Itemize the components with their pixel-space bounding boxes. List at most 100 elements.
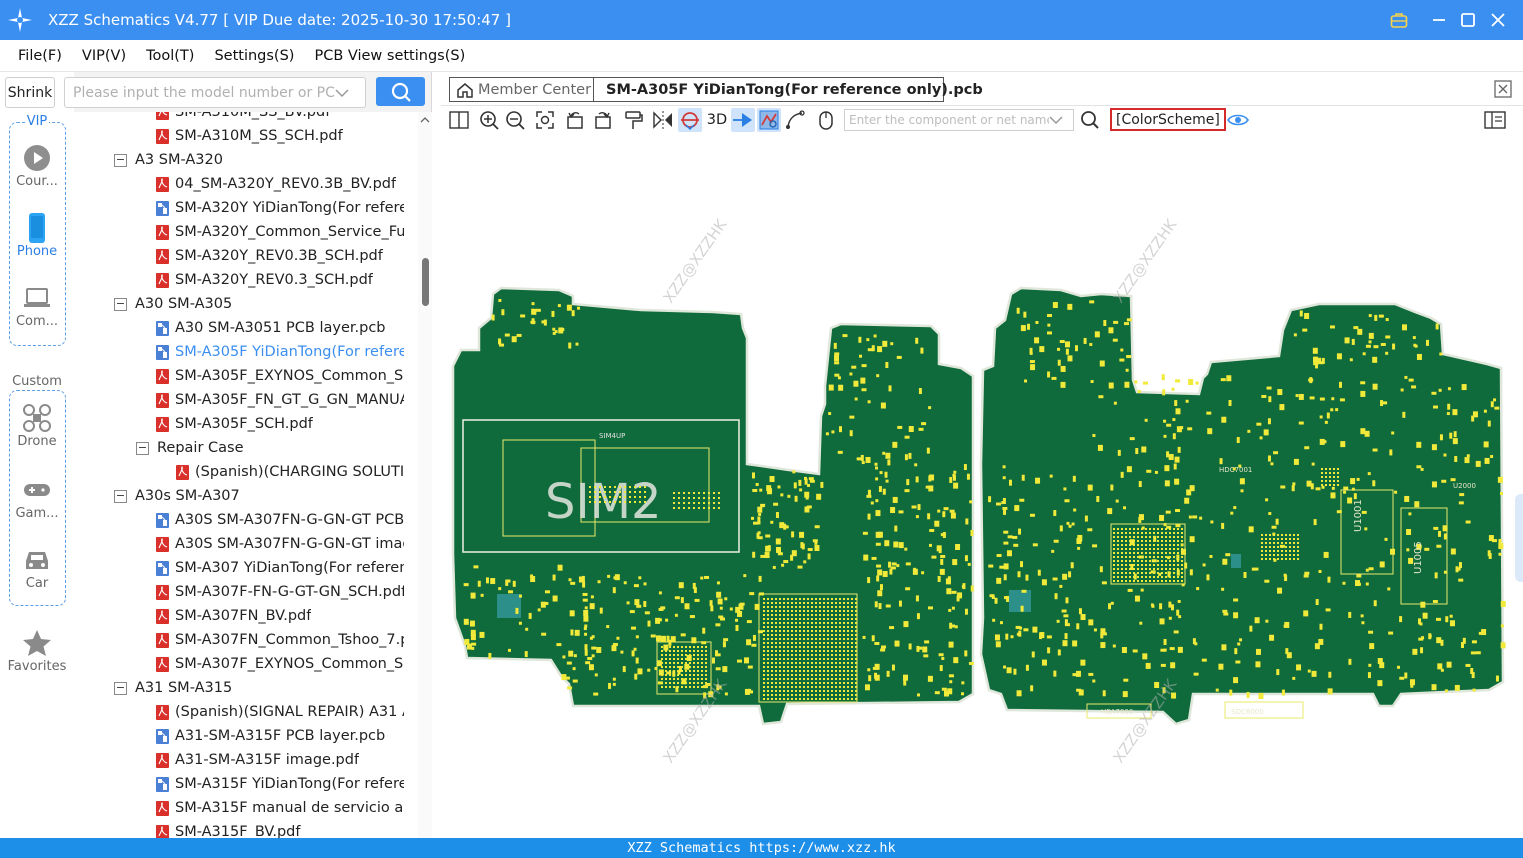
- maximize-button[interactable]: [1453, 0, 1483, 40]
- fit-view-icon[interactable]: [533, 108, 557, 132]
- model-search-input[interactable]: [73, 84, 335, 101]
- tree-folder[interactable]: − A30 SM-A305: [114, 292, 404, 316]
- tree-file[interactable]: SM-A305F YiDianTong(For referen: [156, 340, 404, 364]
- rail-item-car[interactable]: Car: [0, 544, 74, 591]
- collapse-toggle-icon[interactable]: −: [136, 441, 149, 455]
- tree-file[interactable]: SM-A307F_EXYNOS_Common_Serv: [156, 652, 404, 676]
- rail-item-courses[interactable]: Cour...: [0, 142, 74, 189]
- tree-file[interactable]: SM-A320Y YiDianTong(For referen: [156, 196, 404, 220]
- tree-file[interactable]: A30S SM-A307FN-G-GN-GT PCB la: [156, 508, 404, 532]
- tree-scrollbar[interactable]: [418, 112, 432, 838]
- tree-file[interactable]: SM-A307F-FN-G-GT-GN_SCH.pdf: [156, 580, 404, 604]
- menu-tool[interactable]: Tool(T): [136, 48, 204, 64]
- tree-folder[interactable]: − A3 SM-A320: [114, 148, 404, 172]
- pcb-pad: [1441, 479, 1447, 483]
- pcb-drawing[interactable]: SIM2 SIM4UP HDC7001U2000U1001U1005HEA700…: [441, 134, 1523, 838]
- right-collapse-handle[interactable]: [1515, 494, 1523, 582]
- pcb-pad: [889, 626, 895, 630]
- format-painter-icon[interactable]: [621, 108, 645, 132]
- pcb-pad: [669, 654, 671, 656]
- collapse-toggle-icon[interactable]: −: [114, 297, 127, 311]
- tree-file[interactable]: SM-A307FN_Common_Tshoo_7.pd: [156, 628, 404, 652]
- pin-arrow-icon[interactable]: [731, 108, 755, 132]
- search-button[interactable]: [376, 77, 425, 106]
- menu-settings[interactable]: Settings(S): [204, 48, 304, 64]
- minimize-button[interactable]: [1424, 0, 1454, 40]
- tab-active-pcb[interactable]: SM-A305F YiDianTong(For reference only).…: [593, 77, 983, 102]
- color-scheme-button[interactable]: [ColorScheme]: [1110, 108, 1226, 131]
- pcb-pad: [1181, 532, 1183, 534]
- pcb-pad: [795, 662, 797, 664]
- split-view-icon[interactable]: [447, 108, 471, 132]
- tree-folder[interactable]: − A30s SM-A307: [114, 484, 404, 508]
- mouse-icon[interactable]: [814, 108, 838, 132]
- pcb-pad: [894, 525, 898, 532]
- tree-file[interactable]: A30 SM-A3051 PCB layer.pcb: [156, 316, 404, 340]
- tree-file[interactable]: SM-A310M_SS_BV.pdf: [156, 112, 404, 124]
- tree-file[interactable]: SM-A320Y_REV0.3_SCH.pdf: [156, 268, 404, 292]
- tree-file[interactable]: SM-A305F_FN_GT_G_GN_MANUAL: [156, 388, 404, 412]
- shrink-button[interactable]: Shrink: [5, 77, 55, 108]
- net-highlight-icon[interactable]: [678, 108, 702, 132]
- rail-item-drone[interactable]: Drone: [0, 402, 74, 449]
- pcb-pad: [854, 397, 858, 401]
- rotate-right-icon[interactable]: [591, 108, 615, 132]
- search-icon[interactable]: [1078, 108, 1102, 132]
- tree-scroll-thumb[interactable]: [422, 258, 429, 306]
- tree-file[interactable]: SM-A310M_SS_SCH.pdf: [156, 124, 404, 148]
- pcb-pad: [688, 507, 690, 509]
- menu-file[interactable]: File(F): [8, 48, 72, 64]
- tree-file[interactable]: SM-A305F_EXYNOS_Common_Serv: [156, 364, 404, 388]
- tree-file[interactable]: SM-A320Y_Common_Service_Full_S: [156, 220, 404, 244]
- tree-file[interactable]: SM-A315F_BV.pdf: [156, 820, 404, 838]
- rail-item-favorites[interactable]: Favorites: [0, 627, 74, 674]
- tree-file[interactable]: A31-SM-A315F image.pdf: [156, 748, 404, 772]
- measure-curve-icon[interactable]: [783, 108, 807, 132]
- zoom-out-icon[interactable]: [503, 108, 527, 132]
- component-search-input[interactable]: [849, 113, 1049, 127]
- tree-file[interactable]: SM-A315F manual de servicio anib: [156, 796, 404, 820]
- pcb-pad: [1173, 528, 1175, 530]
- tree-file[interactable]: (Spanish)(CHARGING SOLUTION: [176, 460, 404, 484]
- pcb-pad: [835, 658, 837, 660]
- tree-file[interactable]: SM-A315F YiDianTong(For referen: [156, 772, 404, 796]
- tree-file[interactable]: A31-SM-A315F PCB layer.pcb: [156, 724, 404, 748]
- menu-vip[interactable]: VIP(V): [72, 48, 136, 64]
- tree-file[interactable]: SM-A305F_SCH.pdf: [156, 412, 404, 436]
- rail-item-gaming[interactable]: Gam...: [0, 474, 74, 521]
- view-3d-button[interactable]: 3D: [704, 108, 730, 132]
- rail-item-phone[interactable]: Phone: [0, 212, 74, 259]
- tree-file[interactable]: SM-A307 YiDianTong(For referenc: [156, 556, 404, 580]
- pcb-pad: [1134, 380, 1138, 384]
- zoom-in-icon[interactable]: [477, 108, 501, 132]
- vip-bag-icon[interactable]: [1384, 0, 1414, 40]
- tree-folder[interactable]: − Repair Case: [136, 436, 404, 460]
- pcb-canvas[interactable]: SIM2 SIM4UP HDC7001 U2000 U1001 U1005 HEA700…: [441, 134, 1523, 838]
- tree-file[interactable]: A30S SM-A307FN-G-GN-GT image: [156, 532, 404, 556]
- pcb-pad: [1270, 462, 1274, 466]
- tab-member-center[interactable]: Member Center: [449, 77, 599, 102]
- tree-file[interactable]: SM-A320Y_REV0.3B_SCH.pdf: [156, 244, 404, 268]
- eye-icon[interactable]: [1226, 108, 1250, 132]
- rotate-left-icon[interactable]: [563, 108, 587, 132]
- menu-pcb-view-settings[interactable]: PCB View settings(S): [304, 48, 475, 64]
- collapse-toggle-icon[interactable]: −: [114, 489, 127, 503]
- tree-file[interactable]: (Spanish)(SIGNAL REPAIR) A31 A3: [156, 700, 404, 724]
- rail-item-computer[interactable]: Com...: [0, 282, 74, 329]
- mirror-icon[interactable]: [651, 108, 675, 132]
- pcb-pad: [1495, 675, 1499, 682]
- close-tab-icon[interactable]: [1494, 80, 1512, 102]
- collapse-toggle-icon[interactable]: −: [114, 153, 127, 167]
- pcb-pad: [839, 682, 841, 684]
- pcb-pad: [693, 678, 695, 680]
- chevron-down-icon[interactable]: [335, 88, 349, 98]
- net-trace-icon[interactable]: [757, 108, 781, 132]
- tree-folder[interactable]: − A31 SM-A315: [114, 676, 404, 700]
- chevron-down-icon[interactable]: [1049, 115, 1063, 125]
- collapse-toggle-icon[interactable]: −: [114, 681, 127, 695]
- pcb-pad: [929, 529, 935, 532]
- close-button[interactable]: [1483, 0, 1513, 40]
- panel-toggle-icon[interactable]: [1483, 108, 1507, 132]
- tree-file[interactable]: 04_SM-A320Y_REV0.3B_BV.pdf: [156, 172, 404, 196]
- tree-file[interactable]: SM-A307FN_BV.pdf: [156, 604, 404, 628]
